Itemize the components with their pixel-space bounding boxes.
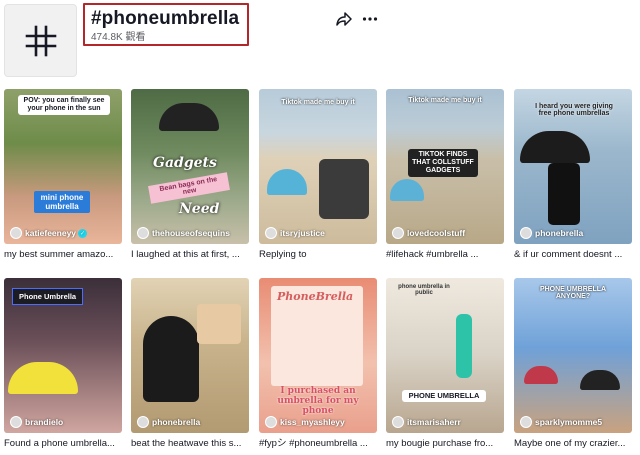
verified-badge-icon: ✓ xyxy=(78,228,88,238)
food-image xyxy=(197,304,241,344)
video-card[interactable]: Tiktok made me buy it TIKTOK FINDS THAT … xyxy=(386,89,504,261)
video-overlay-text: TIKTOK FINDS THAT COLLSTUFF GADGETS xyxy=(408,149,478,177)
video-caption[interactable]: my best summer amazo... xyxy=(4,249,122,261)
video-overlay-text: Tiktok made me buy it xyxy=(408,97,482,104)
video-overlay-text: phone umbrella in public xyxy=(398,284,450,296)
video-card[interactable]: POV: you can finally see your phone in t… xyxy=(4,89,122,261)
umbrella-image xyxy=(524,366,558,384)
video-card[interactable]: I heard you were giving free phone umbre… xyxy=(514,89,632,261)
creator-handle[interactable]: sparklymomme5 xyxy=(520,416,602,428)
video-caption[interactable]: beat the heatwave this s... xyxy=(131,438,249,450)
umbrella-image xyxy=(520,131,590,163)
avatar xyxy=(392,227,404,239)
video-card[interactable]: phone umbrella in public PHONE UMBRELLA … xyxy=(386,278,504,450)
avatar xyxy=(265,416,277,428)
video-thumbnail[interactable]: Gadgets Bean bags on the new Need thehou… xyxy=(131,89,249,244)
video-thumbnail[interactable]: Tiktok made me buy it itsryjustice xyxy=(259,89,377,244)
more-icon xyxy=(362,17,378,21)
hashtag-title: #phoneumbrella xyxy=(91,8,240,29)
video-overlay-text: I purchased an umbrella for my phone xyxy=(277,386,359,416)
video-thumbnail[interactable]: phonebrella xyxy=(131,278,249,433)
share-icon xyxy=(336,12,352,26)
video-thumbnail[interactable]: PHONE UMBRELLA ANYONE? sparklymomme5 xyxy=(514,278,632,433)
creator-handle[interactable]: kiss_myashleyy xyxy=(265,416,345,428)
video-overlay-text: PHONE UMBRELLA xyxy=(402,390,486,402)
umbrella-image xyxy=(267,169,307,195)
video-overlay-text: I heard you were giving free phone umbre… xyxy=(535,103,613,117)
video-card[interactable]: Tiktok made me buy it itsryjustice Reply… xyxy=(259,89,377,261)
video-caption[interactable]: Found a phone umbrella... xyxy=(4,438,122,450)
video-thumbnail[interactable]: Phone Umbrella brandielo xyxy=(4,278,122,433)
video-overlay-text: mini phone umbrella xyxy=(34,191,90,213)
more-options-button[interactable] xyxy=(360,9,380,29)
creator-handle[interactable]: katiefeeneyy ✓ xyxy=(10,227,88,239)
creator-handle[interactable]: itsmarisaherr xyxy=(392,416,461,428)
phone-image xyxy=(548,163,580,225)
avatar xyxy=(10,416,22,428)
avatar xyxy=(137,416,149,428)
video-caption[interactable]: my bougie purchase fro... xyxy=(386,438,504,450)
video-overlay-text: PHONE UMBRELLA ANYONE? xyxy=(539,286,607,300)
video-card[interactable]: Gadgets Bean bags on the new Need thehou… xyxy=(131,89,249,261)
video-caption[interactable]: & if ur comment doesnt ... xyxy=(514,249,632,261)
video-overlay-text: Tiktok made me buy it xyxy=(281,99,355,106)
video-thumbnail[interactable]: Tiktok made me buy it TIKTOK FINDS THAT … xyxy=(386,89,504,244)
umbrella-image xyxy=(580,370,620,390)
person-image xyxy=(319,159,369,219)
phone-image xyxy=(456,314,472,378)
share-button[interactable] xyxy=(334,9,354,29)
avatar xyxy=(10,227,22,239)
video-overlay-text: Bean bags on the new xyxy=(148,172,230,204)
avatar xyxy=(137,227,149,239)
umbrella-image xyxy=(159,103,219,131)
avatar xyxy=(265,227,277,239)
creator-handle[interactable]: phonebrella xyxy=(137,416,200,428)
hashtag-view-count: 474.8K 觀看 xyxy=(91,32,146,43)
video-caption[interactable]: I laughed at this at first, ... xyxy=(131,249,249,261)
umbrella-image xyxy=(143,316,199,402)
video-card[interactable]: PhoneBrella I purchased an umbrella for … xyxy=(259,278,377,450)
creator-handle[interactable]: brandielo xyxy=(10,416,63,428)
video-overlay-text: POV: you can finally see your phone in t… xyxy=(18,95,110,115)
creator-handle[interactable]: lovedcoolstuff xyxy=(392,227,465,239)
umbrella-image xyxy=(8,362,78,394)
hashtag-title-box: #phoneumbrella 474.8K 觀看 xyxy=(83,3,249,46)
video-caption[interactable]: Maybe one of my crazier... xyxy=(514,438,632,450)
video-card[interactable]: Phone Umbrella brandielo Found a phone u… xyxy=(4,278,122,450)
video-thumbnail[interactable]: PhoneBrella I purchased an umbrella for … xyxy=(259,278,377,433)
video-thumbnail[interactable]: POV: you can finally see your phone in t… xyxy=(4,89,122,244)
avatar xyxy=(520,227,532,239)
hashtag-icon xyxy=(25,25,56,56)
creator-handle[interactable]: itsryjustice xyxy=(265,227,325,239)
umbrella-image xyxy=(390,179,424,201)
video-overlay-text: Gadgets xyxy=(153,155,217,171)
creator-handle[interactable]: phonebrella xyxy=(520,227,583,239)
video-overlay-text: PhoneBrella xyxy=(277,290,354,303)
video-thumbnail[interactable]: phone umbrella in public PHONE UMBRELLA … xyxy=(386,278,504,433)
video-card[interactable]: phonebrella beat the heatwave this s... xyxy=(131,278,249,450)
video-caption[interactable]: #lifehack #umbrella ... xyxy=(386,249,504,261)
video-overlay-text: Phone Umbrella xyxy=(12,288,84,305)
video-overlay-text: Need xyxy=(179,201,220,217)
hashtag-avatar xyxy=(4,4,77,77)
video-card[interactable]: PHONE UMBRELLA ANYONE? sparklymomme5 May… xyxy=(514,278,632,450)
avatar xyxy=(520,416,532,428)
video-thumbnail[interactable]: I heard you were giving free phone umbre… xyxy=(514,89,632,244)
video-caption[interactable]: #fypシ #phoneumbrella ... xyxy=(259,438,377,450)
creator-handle[interactable]: thehouseofsequins xyxy=(137,227,230,239)
video-caption[interactable]: Replying to xyxy=(259,249,377,261)
avatar xyxy=(392,416,404,428)
